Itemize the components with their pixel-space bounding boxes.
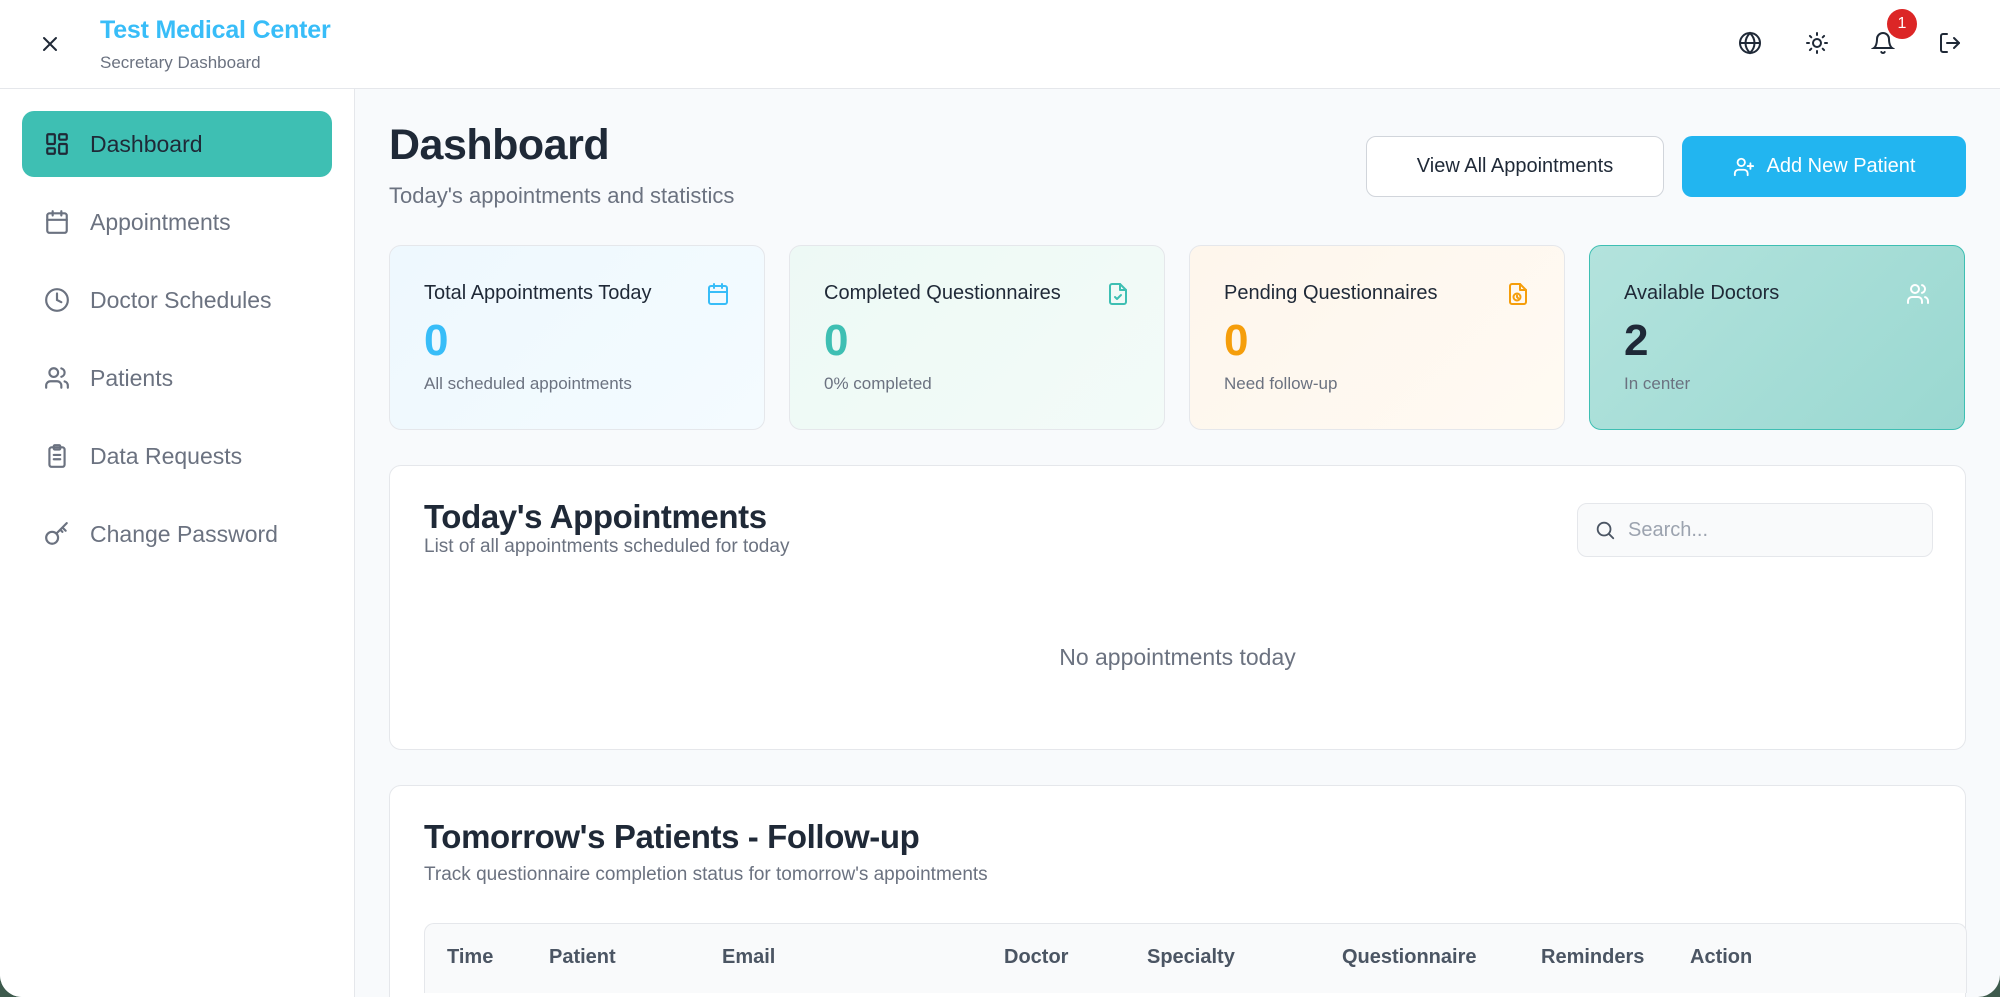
column-header-specialty: Specialty	[1147, 946, 1235, 968]
users-icon	[1906, 282, 1930, 306]
stat-description: All scheduled appointments	[424, 374, 632, 393]
sidebar-item-appointments[interactable]: Appointments	[22, 189, 332, 255]
close-sidebar-button[interactable]	[32, 28, 68, 64]
key-icon	[42, 519, 72, 549]
sidebar-item-patients[interactable]: Patients	[22, 345, 332, 411]
app-window: Test Medical Center Secretary Dashboard …	[0, 0, 2000, 997]
notification-badge: 1	[1887, 9, 1917, 39]
brand-title: Test Medical Center	[100, 16, 331, 44]
tomorrow-patients-section: Tomorrow's Patients - Follow-up Track qu…	[389, 785, 1967, 997]
add-new-patient-label: Add New Patient	[1766, 155, 1916, 177]
sidebar: Dashboard Appointments Doctor Schedules …	[0, 89, 355, 997]
sun-icon	[1805, 31, 1829, 60]
stat-description: 0% completed	[824, 374, 932, 393]
calendar-icon	[706, 282, 730, 306]
today-appointments-section: Today's Appointments List of all appoint…	[389, 465, 1966, 750]
stat-label: Total Appointments Today	[424, 282, 652, 304]
sidebar-item-label: Data Requests	[90, 442, 243, 469]
stat-value: 0	[1224, 316, 1249, 365]
page-subtitle: Today's appointments and statistics	[389, 183, 735, 208]
column-header-action: Action	[1690, 946, 1753, 968]
stat-value: 2	[1624, 316, 1649, 365]
sidebar-item-change-password[interactable]: Change Password	[22, 501, 332, 567]
globe-icon	[1738, 31, 1762, 60]
empty-state-message: No appointments today	[1059, 644, 1296, 670]
sidebar-item-doctor-schedules[interactable]: Doctor Schedules	[22, 267, 332, 333]
page-title: Dashboard	[389, 121, 610, 169]
logout-button[interactable]	[1931, 26, 1969, 64]
calendar-icon	[42, 207, 72, 237]
stat-card-completed-questionnaires: Completed Questionnaires 0 0% completed	[789, 245, 1165, 430]
users-icon	[42, 363, 72, 393]
table-header: Time Patient Email Doctor Specialty Ques…	[424, 923, 1967, 993]
stat-description: Need follow-up	[1224, 374, 1338, 393]
sidebar-item-label: Change Password	[90, 520, 278, 547]
sidebar-item-label: Doctor Schedules	[90, 286, 272, 313]
section-subtitle: Track questionnaire completion status fo…	[424, 864, 988, 885]
column-header-email: Email	[722, 946, 776, 968]
column-header-patient: Patient	[549, 946, 616, 968]
close-icon	[40, 34, 60, 59]
stat-label: Completed Questionnaires	[824, 282, 1061, 304]
stat-value: 0	[824, 316, 849, 365]
file-clock-icon	[1506, 282, 1530, 306]
clipboard-icon	[42, 441, 72, 471]
sidebar-item-label: Appointments	[90, 208, 231, 235]
section-title: Today's Appointments	[424, 498, 767, 535]
column-header-questionnaire: Questionnaire	[1342, 946, 1477, 968]
sidebar-item-label: Dashboard	[90, 130, 203, 157]
view-all-appointments-button[interactable]: View All Appointments	[1366, 136, 1664, 197]
stat-description: In center	[1624, 374, 1691, 393]
column-header-time: Time	[447, 946, 494, 968]
sidebar-item-dashboard[interactable]: Dashboard	[22, 111, 332, 177]
column-header-reminders: Reminders	[1541, 946, 1645, 968]
stat-card-available-doctors: Available Doctors 2 In center	[1589, 245, 1965, 430]
stat-label: Available Doctors	[1624, 282, 1780, 304]
sidebar-item-label: Patients	[90, 364, 174, 391]
search-box	[1577, 503, 1933, 557]
section-subtitle: List of all appointments scheduled for t…	[424, 536, 790, 557]
language-button[interactable]	[1731, 26, 1769, 64]
stat-value: 0	[424, 316, 449, 365]
search-input[interactable]	[1628, 518, 1918, 542]
dashboard-grid-icon	[42, 129, 72, 159]
logout-icon	[1938, 31, 1962, 60]
add-new-patient-button[interactable]: Add New Patient	[1682, 136, 1966, 197]
clock-icon	[42, 285, 72, 315]
stat-label: Pending Questionnaires	[1224, 282, 1438, 304]
column-header-doctor: Doctor	[1004, 946, 1069, 968]
top-header: Test Medical Center Secretary Dashboard …	[0, 0, 2000, 89]
brand-subtitle: Secretary Dashboard	[100, 53, 261, 72]
stat-card-total-appointments: Total Appointments Today 0 All scheduled…	[389, 245, 765, 430]
section-title: Tomorrow's Patients - Follow-up	[424, 818, 920, 855]
search-icon	[1594, 519, 1616, 541]
stat-card-pending-questionnaires: Pending Questionnaires 0 Need follow-up	[1189, 245, 1565, 430]
sidebar-item-data-requests[interactable]: Data Requests	[22, 423, 332, 489]
file-check-icon	[1106, 282, 1130, 306]
user-plus-icon	[1733, 156, 1755, 178]
theme-toggle-button[interactable]	[1798, 26, 1836, 64]
